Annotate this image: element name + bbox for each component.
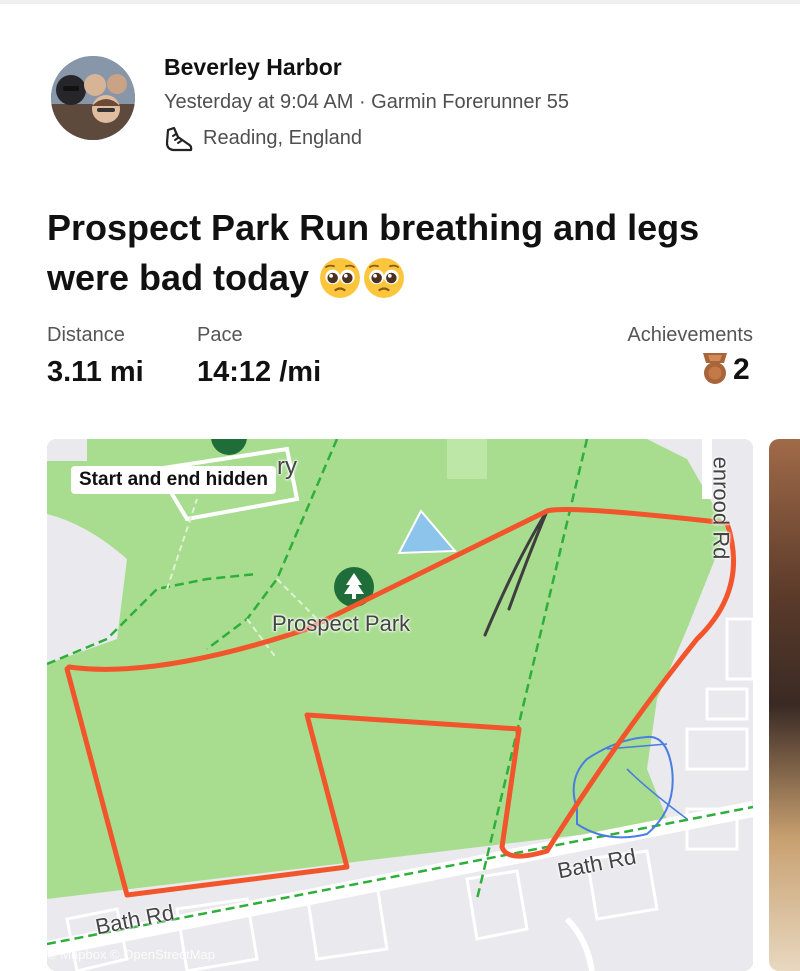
map-canvas <box>47 439 753 971</box>
start-end-hidden-badge: Start and end hidden <box>71 466 276 494</box>
pace-value: 14:12 /mi <box>197 356 322 388</box>
achievements-count[interactable]: 2 <box>733 353 750 387</box>
activity-title[interactable]: Prospect Park Run breathing and legs wer… <box>47 203 767 303</box>
map-label-road-right: enrood Rd <box>708 456 734 560</box>
athlete-name[interactable]: Beverley Harbor <box>164 54 342 81</box>
next-photo-thumbnail[interactable] <box>769 439 800 971</box>
distance-label: Distance <box>47 324 125 346</box>
shoe-icon <box>165 126 193 152</box>
activity-location: Reading, England <box>203 127 363 149</box>
avatar[interactable] <box>51 56 135 140</box>
achievements-label: Achievements <box>627 324 753 346</box>
route-map[interactable]: Start and end hidden ry Prospect Park Ba… <box>47 439 753 971</box>
distance-value: 3.11 mi <box>47 356 144 388</box>
pleading-face-icon <box>320 258 361 298</box>
activity-meta: Yesterday at 9:04 AM · Garmin Forerunner… <box>164 91 570 113</box>
map-label-partial: ry <box>277 453 297 480</box>
medal-icon[interactable] <box>700 351 730 385</box>
top-divider <box>0 0 800 4</box>
pace-label: Pace <box>197 324 243 346</box>
pleading-face-icon <box>364 258 405 298</box>
map-attribution: © Mapbox © OpenStreetMap <box>47 947 216 962</box>
map-label-prospect-park: Prospect Park <box>272 611 411 636</box>
